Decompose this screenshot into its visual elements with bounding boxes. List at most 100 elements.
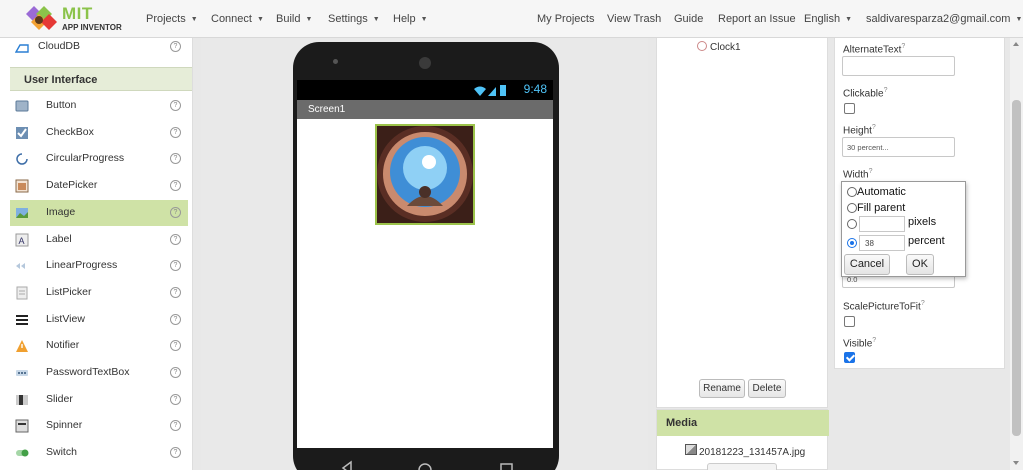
- phone-screen[interactable]: [297, 119, 553, 448]
- help-icon[interactable]: ?: [170, 260, 181, 272]
- cancel-button[interactable]: Cancel: [844, 254, 890, 275]
- palette-item-linearprogress[interactable]: LinearProgress?: [10, 253, 188, 279]
- prop-width-label: Width?: [843, 168, 872, 180]
- app-inventor-logo[interactable]: MIT APP INVENTOR: [22, 3, 122, 35]
- component-name: Clock1: [710, 42, 741, 53]
- link-view-trash[interactable]: View Trash: [607, 0, 661, 38]
- help-icon[interactable]: ?: [170, 313, 181, 325]
- prop-clickable-label: Clickable?: [843, 87, 887, 99]
- help-icon[interactable]: ?: [170, 41, 181, 52]
- palette-item-checkbox[interactable]: CheckBox?: [10, 120, 188, 146]
- help-icon[interactable]: ?: [170, 153, 181, 165]
- help-icon[interactable]: ?: [170, 180, 181, 192]
- help-icon[interactable]: ?: [170, 126, 181, 138]
- media-title: Media: [657, 410, 829, 436]
- phone-mockup: 9:48 Screen1: [293, 42, 559, 470]
- menu-help[interactable]: Help ▼: [393, 0, 428, 38]
- link-my-projects[interactable]: My Projects: [537, 0, 594, 38]
- password-icon: [16, 370, 28, 376]
- scroll-down-icon[interactable]: [1013, 461, 1019, 465]
- palette-item-circularprogress[interactable]: CircularProgress?: [10, 146, 188, 172]
- checkbox-icon: [16, 126, 28, 139]
- slider-icon: [16, 394, 28, 405]
- menu-build[interactable]: Build ▼: [276, 0, 312, 38]
- palette-section-user-interface[interactable]: User Interface: [10, 67, 192, 91]
- help-icon[interactable]: ?: [170, 233, 181, 245]
- menu-connect[interactable]: Connect ▼: [211, 0, 264, 38]
- palette-item-switch[interactable]: Switch?: [10, 440, 188, 466]
- palette-item-notifier[interactable]: Notifier?: [10, 333, 188, 359]
- palette-item-button[interactable]: Button?: [10, 93, 188, 119]
- svg-text:A: A: [19, 236, 25, 246]
- menu-settings[interactable]: Settings ▼: [328, 0, 380, 38]
- upload-file-button[interactable]: [707, 463, 777, 470]
- help-icon[interactable]: ?: [170, 367, 181, 378]
- prop-label-text: Width: [843, 169, 869, 181]
- help-icon[interactable]: ?: [921, 300, 925, 307]
- help-icon[interactable]: ?: [872, 124, 876, 131]
- link-report-issue[interactable]: Report an Issue: [718, 0, 796, 38]
- prop-label-text: AlternateText: [843, 44, 902, 56]
- help-icon[interactable]: ?: [170, 420, 181, 432]
- menu-label: Projects: [146, 13, 186, 25]
- account-dropdown[interactable]: saldivaresparza2@gmail.com ▼: [866, 0, 1022, 38]
- help-icon[interactable]: ?: [170, 206, 181, 218]
- width-popup: Automatic Fill parent pixels 38 percent …: [841, 181, 966, 277]
- help-icon[interactable]: ?: [869, 168, 873, 175]
- help-icon[interactable]: ?: [170, 393, 181, 405]
- palette-item-datepicker[interactable]: DatePicker?: [10, 173, 188, 199]
- language-label: English: [804, 13, 841, 25]
- language-dropdown[interactable]: English ▼: [804, 0, 852, 38]
- scrollbar-thumb[interactable]: [1012, 100, 1021, 436]
- option-automatic-label[interactable]: Automatic: [857, 186, 906, 198]
- palette-item-clouddb[interactable]: CloudDB ?: [10, 38, 188, 60]
- help-icon[interactable]: ?: [884, 87, 888, 94]
- palette-item-label[interactable]: A Label?: [10, 227, 188, 253]
- page-scrollbar[interactable]: [1010, 38, 1023, 470]
- image-photo: [377, 126, 473, 223]
- ok-button[interactable]: OK: [906, 254, 934, 275]
- radio-automatic[interactable]: [847, 187, 857, 197]
- palette-item-passwordtextbox[interactable]: PasswordTextBox?: [10, 360, 188, 386]
- help-icon[interactable]: ?: [170, 100, 181, 111]
- scalepicturetofit-checkbox[interactable]: [844, 316, 855, 327]
- image-component[interactable]: [375, 124, 475, 225]
- component-tree-item-clock1[interactable]: Clock1: [697, 41, 741, 53]
- camera-icon: [333, 59, 338, 64]
- rename-button[interactable]: Rename: [699, 379, 745, 398]
- radio-percent[interactable]: [847, 238, 857, 248]
- alternatetext-input[interactable]: [842, 56, 955, 76]
- help-icon[interactable]: ?: [170, 340, 181, 352]
- scroll-up-icon[interactable]: [1013, 42, 1019, 46]
- palette-item-spinner[interactable]: Spinner?: [10, 413, 188, 439]
- clickable-checkbox[interactable]: [844, 103, 855, 114]
- help-icon[interactable]: ?: [901, 43, 905, 50]
- radio-fill-parent[interactable]: [847, 203, 857, 213]
- chevron-down-icon: ▼: [845, 16, 853, 23]
- menu-projects[interactable]: Projects ▼: [146, 0, 198, 38]
- palette-item-label: ListView: [46, 312, 85, 325]
- help-icon[interactable]: ?: [170, 447, 181, 459]
- palette-item-listpicker[interactable]: ListPicker?: [10, 280, 188, 306]
- option-fill-parent-label[interactable]: Fill parent: [857, 202, 905, 214]
- media-file-item[interactable]: 20181223_131457A.jpg: [685, 444, 805, 458]
- link-guide[interactable]: Guide: [674, 0, 703, 38]
- account-email: saldivaresparza2@gmail.com: [866, 13, 1011, 25]
- help-icon[interactable]: ?: [872, 337, 876, 344]
- palette-item-listview[interactable]: ListView?: [10, 307, 188, 333]
- percent-input[interactable]: 38: [859, 235, 905, 251]
- palette-item-image[interactable]: Image?: [10, 199, 188, 226]
- palette-item-label: CircularProgress: [46, 152, 125, 165]
- prop-visible-label: Visible?: [843, 337, 876, 349]
- delete-button[interactable]: Delete: [748, 379, 786, 398]
- pixels-input[interactable]: [859, 216, 905, 232]
- help-icon[interactable]: ?: [170, 286, 181, 298]
- prop-label-text: Height: [843, 125, 872, 137]
- clock-icon: [697, 41, 707, 51]
- chevron-down-icon: ▼: [190, 16, 198, 23]
- palette-item-slider[interactable]: Slider?: [10, 387, 188, 413]
- height-field[interactable]: 30 percent...: [842, 137, 955, 157]
- radio-pixels[interactable]: [847, 219, 857, 229]
- viewer-panel: 9:48 Screen1: [201, 38, 648, 470]
- visible-checkbox[interactable]: [844, 352, 855, 363]
